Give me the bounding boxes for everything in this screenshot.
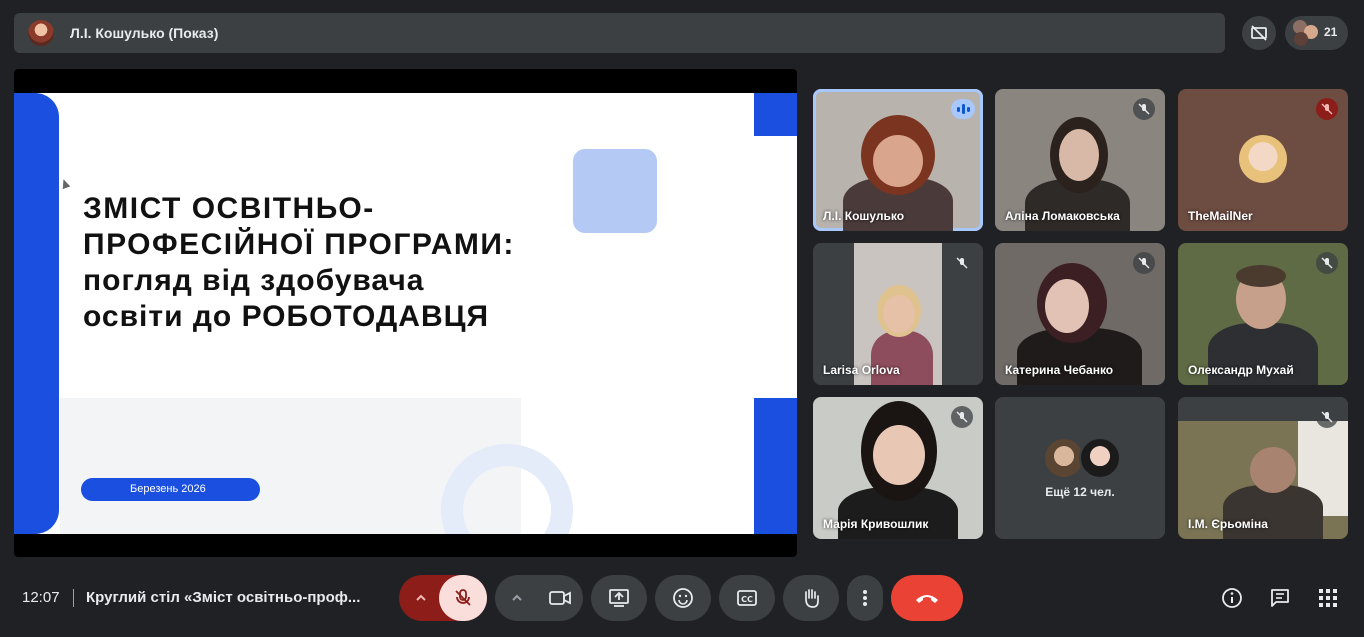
presentation-off-button[interactable] [1242, 16, 1276, 50]
shared-screen[interactable]: ЗМІСТ ОСВІТНЬО- ПРОФЕСІЙНОЇ ПРОГРАМИ: по… [14, 69, 797, 557]
chat-icon [1271, 589, 1289, 607]
camera-icon [549, 591, 571, 605]
speaking-indicator-icon [951, 99, 975, 119]
participant-video [1059, 129, 1099, 181]
presentation-off-icon [1251, 25, 1267, 41]
chevron-up-icon [416, 594, 426, 601]
presenter-avatar [28, 20, 54, 46]
camera-toggle-button[interactable] [537, 575, 583, 621]
participant-thumb [1294, 32, 1308, 46]
participant-tile[interactable]: І.М. Єрьоміна [1178, 397, 1348, 539]
people-button[interactable]: 21 [1285, 16, 1348, 50]
captions-button[interactable]: CC [719, 575, 775, 621]
participant-video [873, 425, 925, 485]
participant-count: 21 [1324, 25, 1338, 39]
participant-tile[interactable]: Катерина Чебанко [995, 243, 1165, 385]
presenter-label: Л.І. Кошулько (Показ) [70, 25, 219, 41]
presentation-slide: ЗМІСТ ОСВІТНЬО- ПРОФЕСІЙНОЇ ПРОГРАМИ: по… [14, 93, 797, 534]
meeting-title[interactable]: Круглий стіл «Зміст освітньо-проф... [86, 589, 360, 606]
mic-off-icon [1133, 98, 1155, 120]
slide-title-line: ПРОФЕСІЙНОЇ ПРОГРАМИ: [83, 228, 515, 261]
participant-tile[interactable]: Марія Кривошлик [813, 397, 983, 539]
mic-off-icon [455, 589, 471, 606]
participant-name: Олександр Мухай [1188, 363, 1294, 377]
participant-video [873, 135, 923, 187]
chat-button[interactable] [1264, 582, 1296, 614]
more-options-button[interactable] [847, 575, 883, 621]
mic-off-icon [951, 406, 973, 428]
participant-tile[interactable]: Аліна Ломаковська [995, 89, 1165, 231]
more-options-icon [863, 590, 867, 606]
activities-button[interactable] [1312, 582, 1344, 614]
mic-off-icon [1316, 406, 1338, 428]
info-icon [1222, 588, 1242, 608]
slide-decor-block [754, 93, 797, 136]
participant-avatar [1079, 437, 1121, 479]
svg-text:CC: CC [741, 595, 753, 604]
leave-call-button[interactable] [891, 575, 963, 621]
participant-video [1236, 265, 1286, 287]
mic-off-icon [1133, 252, 1155, 274]
participant-name: Катерина Чебанко [1005, 363, 1114, 377]
emoji-icon [673, 588, 693, 608]
mic-control-group [399, 575, 487, 621]
slide-decor-bar [14, 93, 59, 534]
participant-video [1045, 279, 1089, 333]
participant-name: Марія Кривошлик [823, 517, 929, 531]
participant-name: Л.І. Кошулько [823, 209, 905, 223]
participant-avatar [1239, 135, 1287, 183]
presenter-banner: Л.І. Кошулько (Показ) [14, 13, 1225, 53]
mouse-cursor-icon [59, 177, 71, 190]
divider [73, 589, 74, 607]
slide-title: ЗМІСТ ОСВІТНЬО- ПРОФЕСІЙНОЇ ПРОГРАМИ: по… [83, 191, 643, 335]
participant-tile[interactable]: TheMailNer [1178, 89, 1348, 231]
present-screen-button[interactable] [591, 575, 647, 621]
raise-hand-icon [805, 589, 819, 608]
mic-off-icon [1316, 98, 1338, 120]
present-screen-icon [609, 589, 629, 607]
mic-off-icon [951, 252, 973, 274]
raise-hand-button[interactable] [783, 575, 839, 621]
participant-tile[interactable]: Л.І. Кошулько [813, 89, 983, 231]
camera-control-group [495, 575, 583, 621]
audio-options-button[interactable] [399, 575, 443, 621]
slide-date-badge: Березень 2026 [81, 478, 260, 501]
video-options-button[interactable] [495, 575, 539, 621]
participant-tile[interactable]: Larisa Orlova [813, 243, 983, 385]
emoji-reaction-button[interactable] [655, 575, 711, 621]
slide-title-line: погляд від здобувача [83, 264, 425, 297]
participant-name: Larisa Orlova [823, 363, 900, 377]
meeting-clock: 12:07 [22, 589, 60, 606]
participant-video [883, 295, 915, 333]
mic-off-icon [1316, 252, 1338, 274]
participant-name: І.М. Єрьоміна [1188, 517, 1268, 531]
participant-name: Аліна Ломаковська [1005, 209, 1120, 223]
more-participants-label: Ещё 12 чел. [1045, 485, 1115, 499]
meeting-info-button[interactable] [1216, 582, 1248, 614]
participant-tile[interactable]: Олександр Мухай [1178, 243, 1348, 385]
slide-title-line: ЗМІСТ ОСВІТНЬО- [83, 192, 375, 225]
chevron-up-icon [512, 594, 522, 601]
hang-up-icon [916, 595, 938, 603]
captions-icon: CC [737, 590, 757, 606]
slide-decor-block [754, 398, 797, 534]
mic-toggle-button[interactable] [439, 575, 487, 621]
activities-icon [1319, 589, 1337, 607]
more-participants-tile[interactable]: Ещё 12 чел. [995, 397, 1165, 539]
slide-title-line: освіти до РОБОТОДАВЦЯ [83, 300, 490, 333]
participant-name: TheMailNer [1188, 209, 1253, 223]
participant-video [1250, 447, 1296, 493]
